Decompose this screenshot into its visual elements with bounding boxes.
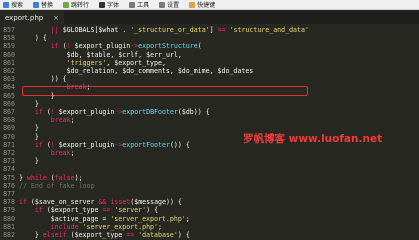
settings-icon (159, 1, 166, 8)
font-icon (99, 1, 106, 8)
tab-title: export.php (5, 13, 44, 22)
close-icon[interactable]: × (53, 14, 59, 22)
watermark: 罗帆博客 www.luofan.net (243, 133, 383, 145)
toolbar: 搜索 替换 跳转行 字体 工具 设置 快捷键 (0, 0, 419, 10)
toolbar-item-label: 跳转行 (71, 2, 90, 9)
toolbar-item-label: 工具 (137, 2, 150, 9)
replace-icon (33, 1, 40, 8)
toolbar-item-label: 替换 (41, 2, 54, 9)
toolbar-item-label: 快捷键 (197, 2, 216, 9)
toolbar-item-label: 搜索 (11, 2, 24, 9)
tab-bar: export.php × (0, 11, 419, 24)
toolbar-item-label: 设置 (167, 2, 180, 9)
toolbar-item-label: 字体 (107, 2, 120, 9)
toolbar-item-2[interactable]: 跳转行 (63, 0, 89, 9)
toolbar-item-0[interactable]: 搜索 (3, 0, 23, 9)
toolbar-item-6[interactable]: 快捷键 (189, 0, 215, 9)
line-number: 882 (3, 231, 15, 239)
tab-export-php[interactable]: export.php × (0, 11, 64, 24)
toolbar-item-4[interactable]: 工具 (129, 0, 149, 9)
code-text: } elseif ($export_type == 'database') { (19, 231, 190, 239)
toolbar-item-1[interactable]: 替换 (33, 0, 53, 9)
search-icon (3, 1, 9, 8)
toolbar-item-3[interactable]: 字体 (99, 0, 119, 9)
code-line[interactable]: 882 } elseif ($export_type == 'database'… (0, 231, 419, 240)
goto-line-icon (63, 1, 70, 8)
tools-icon (129, 1, 136, 8)
toolbar-item-5[interactable]: 设置 (159, 0, 179, 9)
shortcut-icon (189, 1, 196, 8)
